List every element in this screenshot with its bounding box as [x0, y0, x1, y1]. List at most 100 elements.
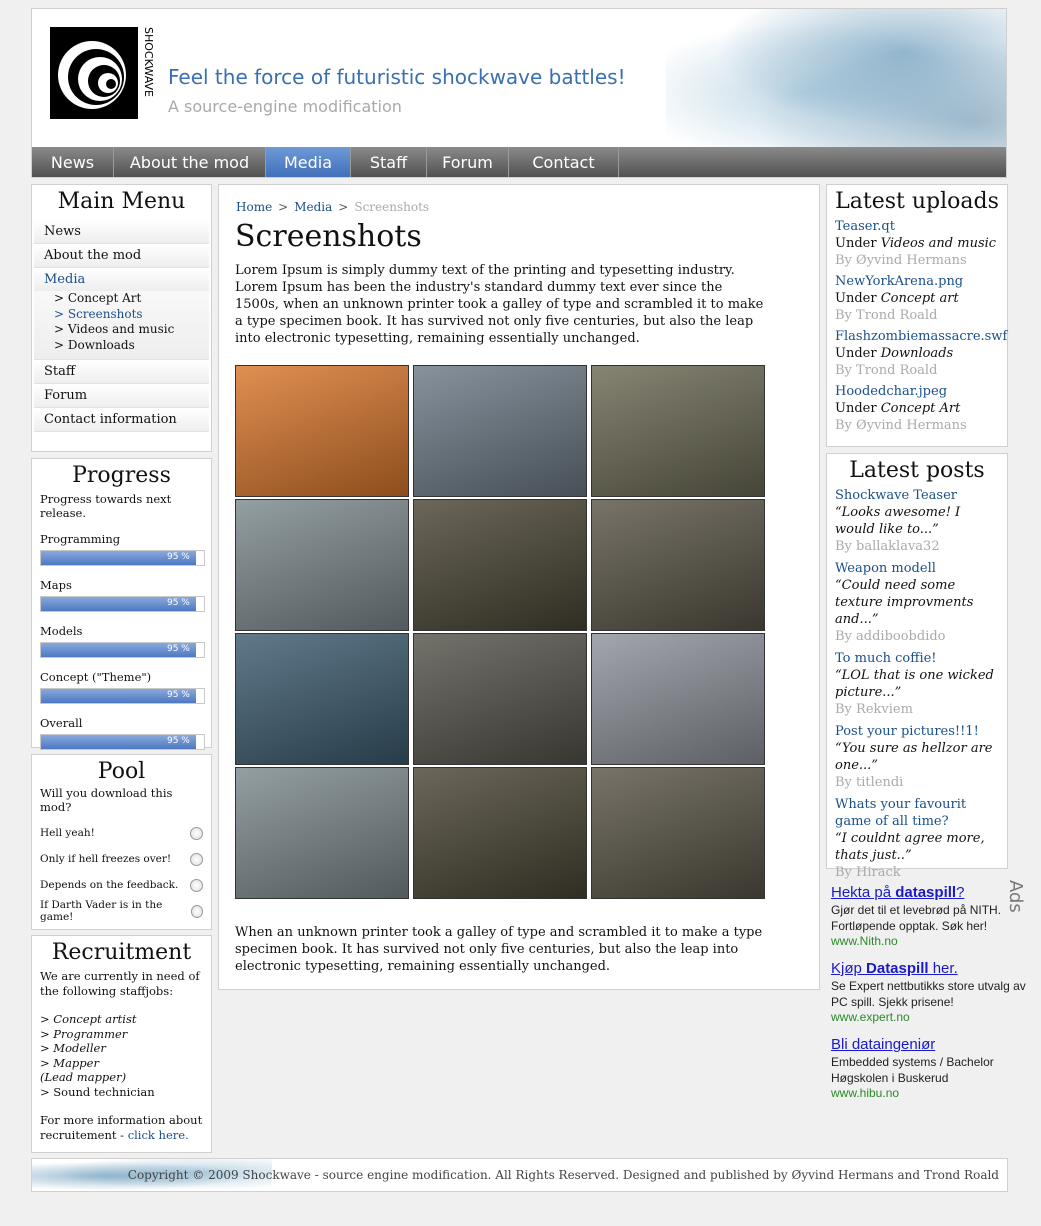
ad-url[interactable]: www.expert.no: [831, 1010, 1041, 1024]
upload-link[interactable]: NewYorkArena.png: [835, 273, 999, 290]
main-menu-link[interactable]: News: [34, 220, 209, 244]
screenshot-thumbnail[interactable]: [235, 365, 409, 497]
nav-tab-about-the-mod[interactable]: About the mod: [114, 147, 266, 177]
main-menu-panel: Main Menu News About the mod Media > Concep…: [31, 184, 212, 452]
upload-author: By Trond Roald: [835, 308, 938, 323]
post-link[interactable]: Weapon modell: [835, 560, 999, 577]
main-menu-item-forum: Forum: [32, 384, 211, 408]
ad-title-pre: Kjøp: [831, 960, 867, 977]
upload-link[interactable]: Flashzombiemassacre.swf: [835, 328, 1007, 345]
ad-url[interactable]: www.hibu.no: [831, 1086, 1041, 1100]
ad-title[interactable]: Hekta på dataspill?: [831, 884, 964, 901]
nav-tab-forum[interactable]: Forum: [427, 147, 509, 177]
screenshot-thumbnail[interactable]: [235, 499, 409, 631]
post-author: By addiboobdido: [835, 629, 946, 644]
post-item: Post your pictures!!1! “You sure as hellz…: [827, 723, 1007, 791]
screenshot-thumbnail[interactable]: [235, 633, 409, 765]
upload-author: By Øyvind Hermans: [835, 253, 967, 268]
main-menu-link[interactable]: Staff: [34, 360, 209, 384]
submenu-link[interactable]: > Downloads: [34, 338, 209, 354]
upload-link[interactable]: Teaser.qt: [835, 218, 999, 235]
main-menu-link[interactable]: Forum: [34, 384, 209, 408]
poll-option[interactable]: Depends on the feedback.: [32, 872, 211, 898]
ad-url[interactable]: www.Nith.no: [831, 934, 1041, 948]
ad-title[interactable]: Bli dataingeniør: [831, 1036, 935, 1053]
latest-uploads-list: Teaser.qt Under Videos and music By Øyvind…: [827, 218, 1007, 434]
recruitment-intro: We are currently in need of the followin…: [40, 969, 200, 998]
post-quote: “I couldnt agree more, thats just..”: [835, 831, 985, 863]
poll-option[interactable]: Hell yeah!: [32, 820, 211, 846]
post-link[interactable]: Whats your favourit game of all time?: [835, 796, 999, 830]
progress-value: 95 %: [166, 690, 190, 700]
latest-posts-list: Shockwave Teaser “Looks awesome! I would …: [827, 487, 1007, 881]
main-menu-link[interactable]: About the mod: [34, 244, 209, 268]
nav-tab-contact[interactable]: Contact: [509, 147, 619, 177]
ad-title-post: her.: [928, 960, 958, 977]
recruitment-more: For more information about recruitement …: [40, 1113, 203, 1142]
nav-tab-news[interactable]: News: [32, 147, 114, 177]
upload-category-name: Concept art: [880, 291, 959, 306]
post-link[interactable]: Shockwave Teaser: [835, 487, 999, 504]
recruitment-link[interactable]: click here.: [128, 1128, 189, 1142]
ad-title-pre: Hekta på: [831, 884, 896, 901]
breadcrumb-home[interactable]: Home: [236, 200, 272, 214]
screenshot-thumbnail[interactable]: [591, 499, 765, 631]
ad-title[interactable]: Kjøp Dataspill her.: [831, 960, 958, 977]
progress-fill: 95 %: [41, 735, 196, 749]
progress-bar: 95 %: [40, 734, 205, 750]
recruitment-job: > Programmer: [40, 1026, 128, 1041]
screenshot-thumbnail[interactable]: [413, 499, 587, 631]
recruitment-job: > Mapper: [40, 1055, 99, 1070]
ad-item: Kjøp Dataspill her. Se Expert nettbutikks…: [831, 960, 1041, 1024]
progress-intro: Progress towards next release.: [40, 492, 172, 520]
screenshot-thumbnail[interactable]: [413, 767, 587, 899]
post-link[interactable]: Post your pictures!!1!: [835, 723, 999, 740]
recruitment-title: Recruitment: [51, 940, 192, 965]
poll-option[interactable]: Only if hell freezes over!: [32, 846, 211, 872]
post-author: By Rekviem: [835, 702, 913, 717]
progress-fill: 95 %: [41, 597, 196, 611]
poll-option-label: Only if hell freezes over!: [40, 853, 172, 865]
poll-option[interactable]: If Darth Vader is in the game!: [32, 898, 211, 924]
shockwave-logo[interactable]: SHOCKWAVE: [50, 27, 155, 119]
breadcrumb-media[interactable]: Media: [294, 200, 332, 214]
progress-bar: 95 %: [40, 596, 205, 612]
site-subtagline: A source-engine modification: [168, 97, 402, 116]
poll-radio[interactable]: [190, 878, 203, 892]
main-menu-item-about-the-mod: About the mod: [32, 244, 211, 268]
screenshot-thumbnail[interactable]: [591, 767, 765, 899]
poll-radio[interactable]: [190, 852, 203, 866]
main-menu-item-media: Media > Concept Art > Screenshots > Videos …: [32, 268, 211, 360]
ad-title-bold: Dataspill: [866, 960, 929, 977]
main-menu-link[interactable]: Contact information: [34, 408, 209, 432]
nav-tab-media[interactable]: Media: [266, 147, 351, 177]
post-quote: “Could need some texture improvments and…: [835, 578, 974, 627]
ad-title-bold: dataspill: [895, 884, 957, 901]
upload-category: Under Videos and music: [835, 235, 999, 252]
main-menu-item-news: News: [32, 220, 211, 244]
upload-category-name: Downloads: [880, 346, 954, 361]
ad-item: Bli dataingeniør Embedded systems / Bache…: [831, 1036, 1041, 1100]
upload-category-name: Videos and music: [880, 236, 997, 251]
main-menu-link[interactable]: Media: [34, 268, 209, 291]
ad-description: Se Expert nettbutikks store utvalg av PC…: [831, 979, 1026, 1009]
screenshot-thumbnail[interactable]: [235, 767, 409, 899]
upload-item: Flashzombiemassacre.swf Under Downloads By…: [827, 328, 1007, 379]
screenshot-thumbnail[interactable]: [591, 365, 765, 497]
upload-category: Under Downloads: [835, 345, 999, 362]
nav-tab-staff[interactable]: Staff: [351, 147, 427, 177]
screenshot-thumbnail[interactable]: [413, 633, 587, 765]
poll-radio[interactable]: [190, 904, 203, 918]
progress-fill: 95 %: [41, 551, 196, 565]
submenu-link[interactable]: > Videos and music: [34, 322, 209, 338]
screenshot-thumbnail[interactable]: [413, 365, 587, 497]
submenu-link[interactable]: > Concept Art: [34, 291, 209, 307]
upload-link[interactable]: Hoodedchar.jpeg: [835, 383, 999, 400]
submenu-link[interactable]: > Screenshots: [34, 307, 209, 323]
main-menu-list: News About the mod Media > Concept Art > Scr…: [32, 220, 211, 432]
latest-posts-panel: Latest posts Shockwave Teaser “Looks awes…: [826, 453, 1008, 880]
progress-fill: 95 %: [41, 689, 196, 703]
poll-radio[interactable]: [190, 826, 203, 840]
screenshot-thumbnail[interactable]: [591, 633, 765, 765]
post-link[interactable]: To much coffie!: [835, 650, 999, 667]
